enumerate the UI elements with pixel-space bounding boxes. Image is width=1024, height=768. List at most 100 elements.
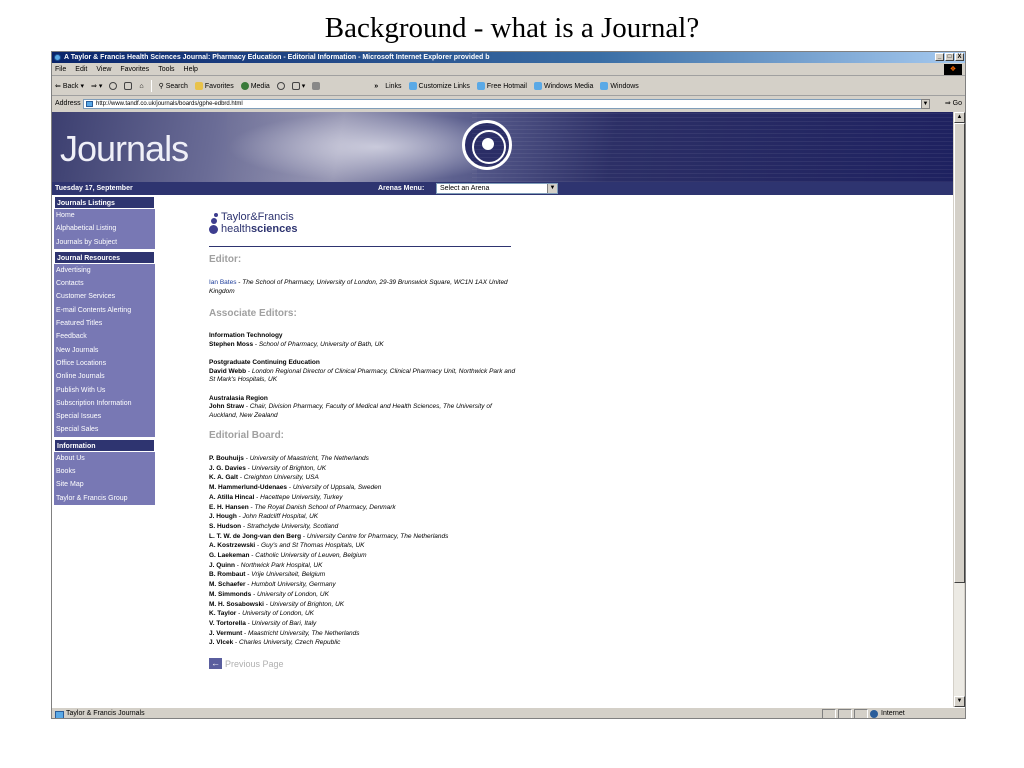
member-name: G. Laekeman	[209, 552, 250, 560]
board-member: J. Vlcek - Charles University, Czech Rep…	[209, 638, 519, 648]
sidebar-item[interactable]: About Us	[54, 451, 155, 466]
media-button[interactable]: Media	[240, 77, 270, 96]
sidebar-item[interactable]: Publish With Us	[54, 383, 155, 397]
chevron-down-icon: ▾	[301, 82, 306, 90]
internet-zone: Internet	[870, 708, 905, 718]
member-name: V. Tortorella	[209, 619, 246, 627]
sidebar-item[interactable]: Books	[54, 465, 155, 479]
status-text: Taylor & Francis Journals	[55, 708, 145, 718]
menu-file[interactable]: File	[55, 63, 66, 75]
menu-view[interactable]: View	[96, 63, 111, 75]
close-button[interactable]: X	[955, 53, 964, 61]
member-affiliation: University of London, UK	[257, 590, 329, 598]
forward-button[interactable]: ⇒ ▾	[91, 77, 102, 96]
member-name: E. H. Hansen	[209, 503, 249, 511]
logo-line1: Taylor&Francis	[221, 211, 294, 223]
sidebar-item[interactable]: Special Issues	[54, 410, 155, 424]
print-icon	[312, 82, 321, 90]
sidebar-heading: Journal Resources	[54, 250, 155, 264]
search-button[interactable]: ⚲ Search	[159, 77, 188, 96]
print-button[interactable]	[312, 82, 321, 90]
member-affiliation: University of Maastricht, The Netherland…	[249, 455, 369, 462]
sidebar-item[interactable]: Featured Titles	[54, 317, 155, 331]
mail-button[interactable]: ▾	[291, 77, 306, 96]
sidebar-item[interactable]: Customer Services	[54, 290, 155, 304]
logo-line2: healthsciences	[221, 223, 297, 235]
member-affiliation: University of London, UK	[242, 610, 315, 618]
board-member: M. Hammerlund-Udenaes - University of Up…	[209, 483, 519, 493]
menu-tools[interactable]: Tools	[158, 63, 174, 75]
sidebar-item[interactable]: Home	[54, 209, 155, 223]
board-member: A. Kostrzewski - Guy's and St Thomas Hos…	[209, 541, 519, 551]
sidebar-item[interactable]: Online Journals	[54, 370, 155, 384]
chevron-down-icon: ▼	[547, 184, 557, 193]
favorites-button[interactable]: Favorites	[194, 77, 234, 96]
board-member: J. Hough - John Radcliff Hospital, UK	[209, 512, 519, 522]
link-free-hotmail[interactable]: Free Hotmail	[476, 77, 527, 96]
scroll-up-icon[interactable]: ▲	[954, 112, 965, 123]
divider	[209, 246, 511, 247]
ie-page-icon	[408, 82, 417, 90]
stop-button[interactable]	[109, 82, 118, 90]
associate-editor-entry: Information Technology Stephen Moss - Sch…	[209, 332, 519, 349]
go-button[interactable]: ⇒ Go	[945, 97, 962, 111]
sidebar-item[interactable]: Special Sales	[54, 423, 155, 437]
sidebar-item[interactable]: Site Map	[54, 478, 155, 492]
member-name: A. Atilla Hincal	[209, 493, 255, 501]
minimize-button[interactable]: _	[935, 53, 944, 61]
back-arrow-icon: ⇐	[55, 82, 61, 90]
sidebar-item[interactable]: E-mail Contents Alerting	[54, 303, 155, 318]
sidebar-item[interactable]: Taylor & Francis Group	[54, 491, 155, 505]
sidebar-item[interactable]: Journals by Subject	[54, 235, 155, 249]
menu-edit[interactable]: Edit	[75, 63, 87, 75]
board-member: M. H. Sosabowski - University of Brighto…	[209, 600, 519, 610]
search-label: Search	[165, 82, 188, 90]
history-button[interactable]	[276, 82, 285, 90]
forward-arrow-icon: ⇒	[90, 82, 97, 90]
sidebar-item[interactable]: Alphabetical Listing	[54, 222, 155, 236]
ie-page-icon	[476, 82, 485, 90]
editor-name-link[interactable]: Ian Bates	[209, 279, 236, 286]
member-name: A. Kostrzewski	[209, 542, 256, 550]
back-button[interactable]: ⇐ Back ▾	[55, 77, 84, 96]
address-dropdown-button[interactable]: ▼	[921, 99, 930, 109]
scroll-down-icon[interactable]: ▼	[954, 696, 965, 707]
scroll-thumb[interactable]	[954, 123, 965, 583]
link-windows[interactable]: Windows	[600, 77, 639, 96]
tf-healthsciences-logo: Taylor&Francis healthsciences	[209, 210, 519, 240]
links-chevron[interactable]: »	[374, 77, 378, 96]
page-viewport: Journals Tuesday 17, September Arenas Me…	[52, 112, 955, 707]
sidebar-item[interactable]: Office Locations	[54, 356, 155, 371]
sidebar-item[interactable]: Advertising	[54, 263, 155, 278]
windows-logo-icon: ❖	[944, 64, 962, 75]
sidebar-item[interactable]: New Journals	[54, 343, 155, 357]
sidebar-item[interactable]: Subscription Information	[54, 396, 155, 411]
address-input[interactable]: http://www.tandf.co.uk/journals/boards/g…	[83, 99, 929, 109]
board-member: S. Hudson - Strathclyde University, Scot…	[209, 522, 519, 532]
member-affiliation: University of Brighton, UK	[251, 464, 327, 472]
maximize-button[interactable]: □	[945, 53, 954, 61]
sidebar-item[interactable]: Contacts	[54, 277, 155, 291]
sidebar-item[interactable]: Feedback	[54, 330, 155, 344]
date-bar: Tuesday 17, September Arenas Menu: Selec…	[52, 182, 955, 195]
menu-help[interactable]: Help	[184, 63, 198, 75]
taylor-francis-seal-logo	[462, 120, 512, 170]
member-name: J. G. Davies	[209, 464, 246, 472]
history-icon	[276, 82, 285, 90]
refresh-button[interactable]	[124, 82, 133, 90]
stop-icon	[109, 82, 118, 90]
mail-icon	[291, 82, 300, 90]
member-name: K. A. Galt	[209, 474, 239, 482]
home-button[interactable]: ⌂	[139, 77, 143, 96]
arenas-select[interactable]: Select an Arena ▼	[436, 183, 558, 194]
menu-favorites[interactable]: Favorites	[120, 63, 149, 75]
member-name: J. Vermunt	[209, 629, 243, 637]
ie-page-icon	[533, 82, 542, 90]
media-label: Media	[250, 82, 270, 90]
vertical-scrollbar[interactable]: ▲ ▼	[953, 112, 965, 707]
link-customize-links[interactable]: Customize Links	[408, 77, 470, 96]
link-windows-media[interactable]: Windows Media	[533, 77, 593, 96]
board-member: M. Schaefer - Humbolt University, German…	[209, 580, 519, 590]
status-cells	[822, 709, 868, 718]
previous-page-link[interactable]: ← Previous Page	[209, 658, 519, 670]
